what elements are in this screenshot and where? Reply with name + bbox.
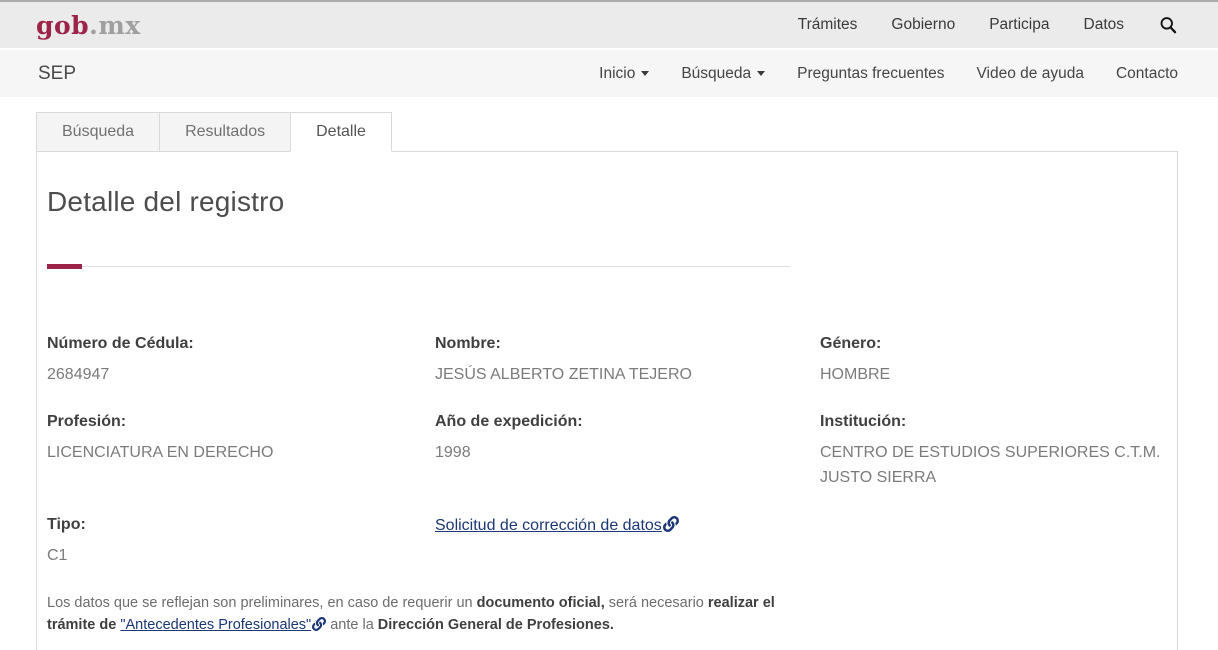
field-value: 2684947 [47, 366, 110, 383]
field-tipo: Tipo: C1 [47, 516, 435, 568]
topnav-gobierno[interactable]: Gobierno [891, 16, 955, 34]
field-value: JESÚS ALBERTO ZETINA TEJERO [435, 366, 692, 383]
logo-gob-text: gob [36, 10, 90, 40]
title-divider [47, 264, 790, 269]
field-value: 1998 [435, 444, 471, 461]
chevron-down-icon [641, 71, 650, 76]
field-genero: Género: HOMBRE [820, 335, 1167, 387]
field-institucion: Institución: CENTRO DE ESTUDIOS SUPERIOR… [820, 413, 1167, 490]
tab-detalle[interactable]: Detalle [290, 112, 392, 152]
tab-busqueda[interactable]: Búsqueda [36, 112, 161, 152]
field-profesion: Profesión: LICENCIATURA EN DERECHO [47, 413, 435, 490]
nav-inicio[interactable]: Inicio [599, 64, 650, 83]
field-label: Institución: [820, 413, 907, 430]
topnav-datos[interactable]: Datos [1084, 16, 1125, 34]
divider-line [47, 266, 790, 267]
antecedentes-profesionales-link[interactable]: "Antecedentes Profesionales" [120, 617, 327, 633]
topnav-tramites[interactable]: Trámites [798, 16, 858, 34]
field-value: C1 [47, 547, 68, 564]
detail-panel: Detalle del registro Número de Cédula: 2… [36, 151, 1178, 650]
main-content: Búsqueda Resultados Detalle Detalle del … [0, 97, 1218, 650]
disclaimer-text: Los datos que se reflejan son preliminar… [47, 592, 799, 636]
field-value: HOMBRE [820, 366, 891, 383]
topnav: Trámites Gobierno Participa Datos [798, 15, 1178, 35]
site-header: SEP Inicio Búsqueda Preguntas frecuentes… [0, 50, 1218, 97]
chevron-down-icon [757, 71, 766, 76]
disclaimer-seg: será necesario [604, 595, 708, 611]
record-fields: Número de Cédula: 2684947 Nombre: JESÚS … [47, 335, 1167, 568]
gobmx-logo[interactable]: gob.mx [36, 11, 141, 40]
tab-bar: Búsqueda Resultados Detalle [36, 112, 1178, 152]
antecedentes-profesionales-link-label: "Antecedentes Profesionales" [120, 617, 312, 633]
logo-mx-text: .mx [89, 10, 141, 40]
nav-contacto[interactable]: Contacto [1116, 65, 1178, 83]
search-icon [1160, 17, 1177, 34]
correction-request-link[interactable]: Solicitud de corrección de datos [435, 516, 679, 534]
field-label: Género: [820, 335, 882, 352]
link-icon [662, 516, 679, 532]
field-numero-cedula: Número de Cédula: 2684947 [47, 335, 435, 387]
disclaimer-seg: Los datos que se reflejan son preliminar… [47, 595, 477, 611]
tab-resultados[interactable]: Resultados [159, 112, 292, 152]
field-value: LICENCIATURA EN DERECHO [47, 444, 274, 461]
nav-video-de-ayuda[interactable]: Video de ayuda [977, 65, 1084, 83]
field-label: Nombre: [435, 335, 501, 352]
field-value: CENTRO DE ESTUDIOS SUPERIORES C.T.M. JUS… [820, 444, 1161, 486]
disclaimer-seg-bold: Dirección General de Profesiones. [377, 617, 614, 633]
disclaimer-seg: ante la [326, 617, 378, 633]
nav-busqueda[interactable]: Búsqueda [681, 64, 766, 83]
divider-accent [47, 264, 82, 269]
topnav-participa[interactable]: Participa [989, 16, 1049, 34]
search-button[interactable] [1158, 15, 1178, 35]
disclaimer-seg-bold: documento oficial, [476, 595, 605, 611]
field-ano-expedicion: Año de expedición: 1998 [435, 413, 820, 490]
gobmx-topbar: gob.mx Trámites Gobierno Participa Datos [0, 0, 1218, 48]
site-nav: Inicio Búsqueda Preguntas frecuentes Vid… [599, 65, 1178, 83]
correction-request-link-label: Solicitud de corrección de datos [435, 517, 662, 534]
link-icon [312, 617, 327, 631]
field-label: Número de Cédula: [47, 335, 194, 352]
site-title: SEP [38, 62, 77, 84]
nav-busqueda-label: Búsqueda [681, 64, 752, 82]
field-label: Profesión: [47, 413, 127, 430]
empty-cell [820, 516, 1167, 568]
page-title: Detalle del registro [47, 186, 285, 217]
field-label: Tipo: [47, 516, 86, 533]
correction-link-cell: Solicitud de corrección de datos [435, 516, 820, 568]
field-label: Año de expedición: [435, 413, 583, 430]
nav-preguntas-frecuentes[interactable]: Preguntas frecuentes [797, 65, 944, 83]
nav-inicio-label: Inicio [599, 64, 636, 82]
field-nombre: Nombre: JESÚS ALBERTO ZETINA TEJERO [435, 335, 820, 387]
